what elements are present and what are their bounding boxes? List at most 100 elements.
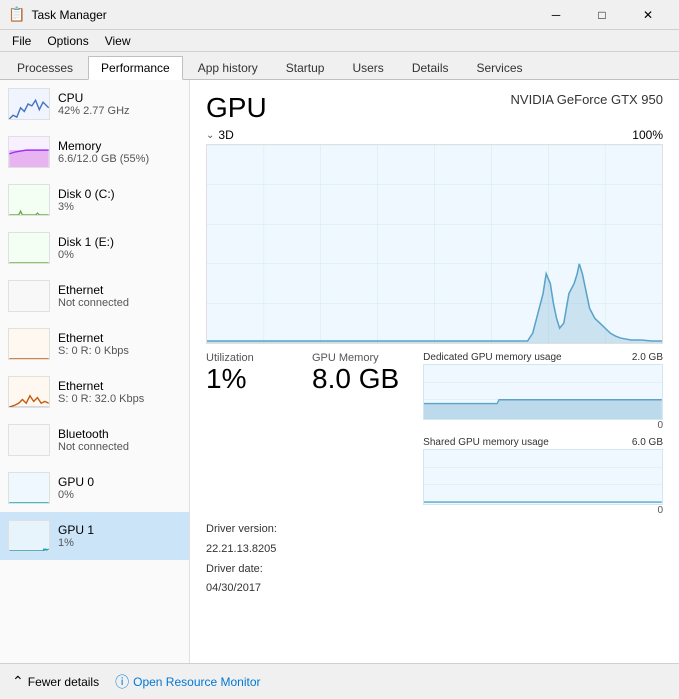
bottom-bar: ⌃ Fewer details ⓘ Open Resource Monitor <box>0 663 679 699</box>
menu-file[interactable]: File <box>4 32 39 50</box>
gpu0-info: GPU 0 0% <box>58 475 94 501</box>
dedicated-chart <box>423 364 663 420</box>
disk1-value: 0% <box>58 249 114 261</box>
sidebar: CPU 42% 2.77 GHz Memory 6.6/12.0 GB (55%… <box>0 80 190 663</box>
sidebar-item-gpu0[interactable]: GPU 0 0% <box>0 464 189 512</box>
disk0-thumb <box>8 184 50 216</box>
app-title: Task Manager <box>31 8 106 22</box>
eth0-name: Ethernet <box>58 283 129 297</box>
driver-date-label: Driver date: <box>206 560 663 580</box>
chart-label-row: ⌄ 3D 100% <box>206 128 663 142</box>
sidebar-item-ethernet0[interactable]: Ethernet Not connected <box>0 272 189 320</box>
driver-version-value: 22.21.13.8205 <box>206 540 663 560</box>
bt-value: Not connected <box>58 441 129 453</box>
eth1-value: S: 0 R: 0 Kbps <box>58 345 129 357</box>
tab-app-history[interactable]: App history <box>185 56 271 79</box>
main-chart <box>206 144 663 344</box>
driver-version-label: Driver version: <box>206 523 277 535</box>
shared-max: 6.0 GB <box>632 437 663 448</box>
dedicated-zero: 0 <box>423 420 663 431</box>
disk0-value: 3% <box>58 201 115 213</box>
utilization-value: 1% <box>206 364 296 395</box>
memory-thumb <box>8 136 50 168</box>
disk1-info: Disk 1 (E:) 0% <box>58 235 114 261</box>
gpu0-thumb <box>8 472 50 504</box>
eth2-info: Ethernet S: 0 R: 32.0 Kbps <box>58 379 144 405</box>
shared-label: Shared GPU memory usage <box>423 437 549 448</box>
eth0-info: Ethernet Not connected <box>58 283 129 309</box>
open-resource-monitor-label: Open Resource Monitor <box>133 675 260 689</box>
main-chart-container: ⌄ 3D 100% <box>206 128 663 344</box>
gpu-title: GPU <box>206 92 267 124</box>
fewer-details-label: Fewer details <box>28 675 99 689</box>
title-bar: 📋 Task Manager ─ □ ✕ <box>0 0 679 30</box>
gpu0-name: GPU 0 <box>58 475 94 489</box>
menu-options[interactable]: Options <box>39 32 96 50</box>
sidebar-item-ethernet1[interactable]: Ethernet S: 0 R: 0 Kbps <box>0 320 189 368</box>
gpu-model: NVIDIA GeForce GTX 950 <box>511 92 663 107</box>
tab-performance[interactable]: Performance <box>88 56 183 80</box>
content-area: GPU NVIDIA GeForce GTX 950 ⌄ 3D 100% <box>190 80 679 663</box>
shared-chart-section: Shared GPU memory usage 6.0 GB 0 <box>423 437 663 516</box>
disk1-name: Disk 1 (E:) <box>58 235 114 249</box>
driver-info: Driver version: 22.21.13.8205 Driver dat… <box>206 520 663 599</box>
gpu-header: GPU NVIDIA GeForce GTX 950 <box>206 92 663 124</box>
sidebar-item-ethernet2[interactable]: Ethernet S: 0 R: 32.0 Kbps <box>0 368 189 416</box>
eth0-thumb <box>8 280 50 312</box>
dedicated-label: Dedicated GPU memory usage <box>423 352 561 363</box>
disk0-name: Disk 0 (C:) <box>58 187 115 201</box>
bt-name: Bluetooth <box>58 427 129 441</box>
tab-bar: Processes Performance App history Startu… <box>0 52 679 80</box>
eth1-name: Ethernet <box>58 331 129 345</box>
chevron-up-icon: ⌃ <box>12 673 24 690</box>
chart-max: 100% <box>632 128 663 142</box>
eth0-value: Not connected <box>58 297 129 309</box>
close-button[interactable]: ✕ <box>625 0 671 30</box>
tab-processes[interactable]: Processes <box>4 56 86 79</box>
menu-view[interactable]: View <box>97 32 139 50</box>
sidebar-item-bluetooth[interactable]: Bluetooth Not connected <box>0 416 189 464</box>
memory-info: Memory 6.6/12.0 GB (55%) <box>58 139 149 165</box>
sidebar-item-disk0[interactable]: Disk 0 (C:) 3% <box>0 176 189 224</box>
small-charts-area: Dedicated GPU memory usage 2.0 GB <box>423 352 663 516</box>
gpu0-value: 0% <box>58 489 94 501</box>
bt-thumb <box>8 424 50 456</box>
sidebar-item-gpu1[interactable]: GPU 1 1% <box>0 512 189 560</box>
chevron-icon: ⌄ <box>206 130 214 141</box>
maximize-button[interactable]: □ <box>579 0 625 30</box>
tab-details[interactable]: Details <box>399 56 462 79</box>
dedicated-max: 2.0 GB <box>632 352 663 363</box>
sidebar-item-cpu[interactable]: CPU 42% 2.77 GHz <box>0 80 189 128</box>
eth2-name: Ethernet <box>58 379 144 393</box>
gpu1-name: GPU 1 <box>58 523 94 537</box>
gpu1-thumb <box>8 520 50 552</box>
sidebar-item-disk1[interactable]: Disk 1 (E:) 0% <box>0 224 189 272</box>
tab-startup[interactable]: Startup <box>273 56 338 79</box>
open-resource-monitor-link[interactable]: ⓘ Open Resource Monitor <box>115 672 260 692</box>
memory-name: Memory <box>58 139 149 153</box>
sidebar-item-memory[interactable]: Memory 6.6/12.0 GB (55%) <box>0 128 189 176</box>
main-content: CPU 42% 2.77 GHz Memory 6.6/12.0 GB (55%… <box>0 80 679 663</box>
tab-users[interactable]: Users <box>339 56 396 79</box>
driver-date-value: 04/30/2017 <box>206 579 663 599</box>
window-controls: ─ □ ✕ <box>533 0 671 30</box>
app-icon: 📋 <box>8 6 25 23</box>
gpu-memory-block: GPU Memory 8.0 GB <box>312 352 399 395</box>
bt-info: Bluetooth Not connected <box>58 427 129 453</box>
cpu-info: CPU 42% 2.77 GHz <box>58 91 130 117</box>
cpu-thumb <box>8 88 50 120</box>
eth2-thumb <box>8 376 50 408</box>
disk0-info: Disk 0 (C:) 3% <box>58 187 115 213</box>
tab-services[interactable]: Services <box>464 56 536 79</box>
driver-version-row: Driver version: <box>206 520 663 540</box>
gpu1-value: 1% <box>58 537 94 549</box>
shared-zero: 0 <box>423 505 663 516</box>
cpu-name: CPU <box>58 91 130 105</box>
minimize-button[interactable]: ─ <box>533 0 579 30</box>
menu-bar: File Options View <box>0 30 679 52</box>
shared-chart <box>423 449 663 505</box>
eth2-value: S: 0 R: 32.0 Kbps <box>58 393 144 405</box>
resource-monitor-icon: ⓘ <box>115 672 129 692</box>
gpu1-info: GPU 1 1% <box>58 523 94 549</box>
fewer-details-button[interactable]: ⌃ Fewer details <box>12 673 99 690</box>
